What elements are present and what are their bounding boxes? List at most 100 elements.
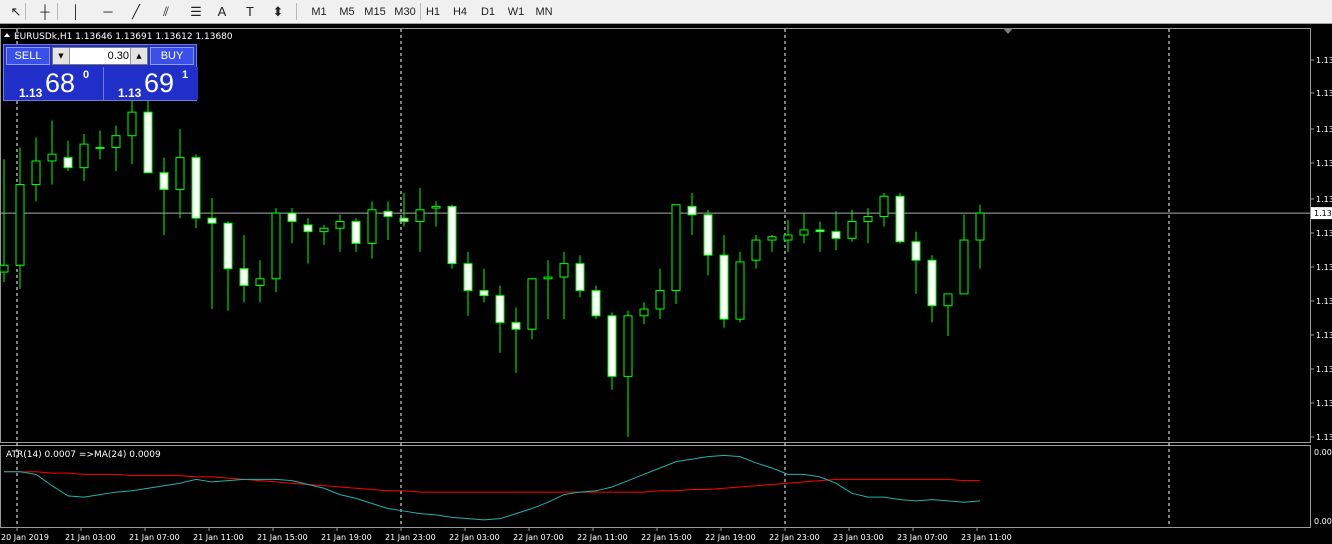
bear-candle xyxy=(511,322,521,330)
bull-candle xyxy=(735,261,745,320)
vertical-line-icon[interactable]: │ xyxy=(64,2,88,21)
time-label: 22 Jan 11:00 xyxy=(577,533,628,542)
text-label-icon[interactable]: T xyxy=(238,2,262,21)
sell-price-prefix: 1.13 xyxy=(19,86,43,100)
bull-candle xyxy=(271,212,281,280)
time-label: 21 Jan 19:00 xyxy=(321,533,372,542)
text-icon[interactable]: A xyxy=(210,2,234,21)
fibonacci-icon[interactable]: ☰ xyxy=(184,2,208,21)
time-label: 23 Jan 07:00 xyxy=(897,533,948,542)
crosshair-icon[interactable]: ┼ xyxy=(33,2,57,21)
indicator-label: ATR(14) 0.0007 =>MA(24) 0.0009 xyxy=(6,450,161,460)
time-label: 20 Jan 2019 xyxy=(1,533,49,542)
time-label: 23 Jan 11:00 xyxy=(961,533,1012,542)
bear-candle xyxy=(591,290,601,317)
indicator-scale-top: 0.00 xyxy=(1314,448,1332,457)
horizontal-line-icon[interactable]: ─ xyxy=(96,2,120,21)
time-label: 22 Jan 07:00 xyxy=(513,533,564,542)
lot-value[interactable]: 0.30 xyxy=(71,48,129,64)
bull-candle xyxy=(975,212,985,241)
buy-price-pips: 69 xyxy=(144,68,175,98)
bull-candle xyxy=(639,308,649,317)
bear-candle xyxy=(207,217,217,224)
bear-candle xyxy=(63,157,73,169)
arrows-icon[interactable]: ⬍ xyxy=(266,2,290,21)
bull-candle xyxy=(367,209,377,244)
bull-candle xyxy=(431,205,441,209)
time-label: 21 Jan 07:00 xyxy=(129,533,180,542)
timeframe-mn[interactable]: MN xyxy=(531,2,557,21)
bull-candle xyxy=(79,143,89,169)
price-label: 1.13 xyxy=(1316,229,1332,238)
price-label: 1.13 xyxy=(1316,125,1332,134)
buy-price-fraction: 1 xyxy=(182,69,189,81)
timeframe-h1[interactable]: H1 xyxy=(420,2,446,21)
bull-candle xyxy=(319,227,329,233)
time-label: 22 Jan 15:00 xyxy=(641,533,692,542)
bear-candle xyxy=(479,290,489,297)
bear-candle xyxy=(895,195,905,243)
bear-candle xyxy=(447,205,457,265)
bear-candle xyxy=(703,214,713,256)
toolbar-separator xyxy=(296,3,297,20)
bear-candle xyxy=(383,210,393,217)
bull-candle xyxy=(335,221,345,229)
bear-candle xyxy=(191,157,201,219)
price-label: 1.13 xyxy=(1316,263,1332,272)
bull-candle xyxy=(15,184,25,266)
price-label: 1.13 xyxy=(1316,297,1332,306)
chart-area[interactable]: 1.131.131.131.131.131.131.131.131.131.13… xyxy=(0,25,1332,544)
time-label: 21 Jan 23:00 xyxy=(385,533,436,542)
bull-candle xyxy=(671,204,681,292)
bull-candle xyxy=(0,264,9,273)
bear-candle xyxy=(687,205,697,216)
timeframe-h4[interactable]: H4 xyxy=(447,2,473,21)
time-label: 22 Jan 03:00 xyxy=(449,533,500,542)
indicator-pane-frame xyxy=(0,445,1311,528)
bull-candle xyxy=(879,195,889,217)
timeframe-m1[interactable]: M1 xyxy=(306,2,332,21)
bull-candle xyxy=(175,157,185,191)
bull-candle xyxy=(799,229,809,236)
collapse-arrow-icon[interactable] xyxy=(4,33,10,37)
chart-shift-marker[interactable] xyxy=(1003,28,1013,34)
buy-button[interactable]: BUY xyxy=(150,47,194,65)
sell-price[interactable]: 1.13 68 0 xyxy=(5,67,99,100)
timeframe-d1[interactable]: D1 xyxy=(475,2,501,21)
toolbar-separator xyxy=(57,3,58,20)
bear-candle xyxy=(575,263,585,292)
bear-candle xyxy=(607,315,617,377)
bull-candle xyxy=(783,234,793,241)
bear-candle xyxy=(351,221,361,244)
buy-price[interactable]: 1.13 69 1 xyxy=(103,67,198,100)
sell-price-fraction: 0 xyxy=(83,69,90,81)
time-label: 21 Jan 03:00 xyxy=(65,533,116,542)
lot-decrease-icon[interactable]: ▼ xyxy=(53,48,70,64)
trendline-icon[interactable]: ╱ xyxy=(124,2,148,21)
bear-candle xyxy=(143,111,153,174)
sell-button[interactable]: SELL xyxy=(6,47,50,65)
bear-candle xyxy=(463,263,473,292)
price-label: 1.13 xyxy=(1316,89,1332,98)
sell-price-pips: 68 xyxy=(45,68,76,98)
bear-candle xyxy=(815,229,825,233)
timeframe-m30[interactable]: M30 xyxy=(392,2,418,21)
bull-candle xyxy=(751,239,761,261)
lot-size-input[interactable]: ▼ 0.30 ▲ xyxy=(52,47,148,65)
buy-price-prefix: 1.13 xyxy=(118,86,142,100)
bull-candle xyxy=(255,278,265,286)
lot-increase-icon[interactable]: ▲ xyxy=(130,48,147,64)
price-axis: 1.13 1.13 1.13 1.13 1.13 1.13 1.13 1.13 1.13 1.13… xyxy=(1310,56,1332,442)
timeframe-w1[interactable]: W1 xyxy=(503,2,529,21)
bull-candle xyxy=(543,276,553,280)
bear-candle xyxy=(399,217,409,223)
bull-candle xyxy=(863,215,873,223)
timeframe-m15[interactable]: M15 xyxy=(362,2,388,21)
bear-candle xyxy=(911,241,921,261)
equidistant-channel-icon[interactable]: ⫽ xyxy=(154,2,178,21)
bull-candle xyxy=(623,315,633,377)
bull-candle xyxy=(959,239,969,295)
bear-candle xyxy=(287,212,297,223)
timeframe-m5[interactable]: M5 xyxy=(334,2,360,21)
time-axis: 20 Jan 2019 21 Jan 03:00 21 Jan 07:00 21 Ja… xyxy=(1,527,1012,542)
